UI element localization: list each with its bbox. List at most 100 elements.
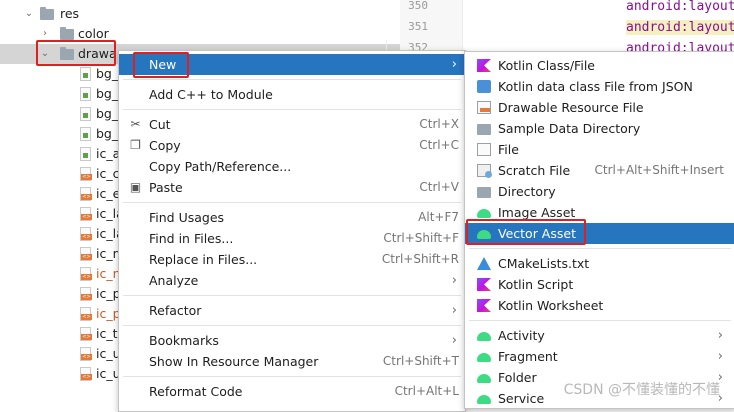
json-icon: [477, 80, 491, 93]
new-submenu: Kotlin Class/File Kotlin data class File …: [464, 51, 734, 409]
submenu-item-kotlin-data-class-file-from-json[interactable]: Kotlin data class File from JSON: [465, 76, 734, 97]
menu-separator: [123, 376, 461, 377]
menu-item-new[interactable]: New ›: [119, 54, 465, 75]
xml-file-icon: [80, 187, 92, 201]
menu-item-shortcut: Ctrl+C: [419, 138, 459, 152]
tree-row[interactable]: › color: [0, 24, 400, 44]
context-menu: New › Add C++ to Module ✂ Cut Ctrl+X ❐ Copy Ctrl…: [118, 50, 466, 412]
submenu-item-image-asset[interactable]: Image Asset: [465, 202, 734, 223]
chevron-down-icon[interactable]: ⌄: [24, 4, 34, 24]
folder-icon: [60, 47, 74, 60]
submenu-item-file[interactable]: File: [465, 139, 734, 160]
paste-icon: ▣: [129, 180, 142, 194]
menu-item-label: Find in Files...: [149, 231, 234, 246]
menu-item-label: Reformat Code: [149, 384, 243, 399]
menu-item-add-c-to-module[interactable]: Add C++ to Module: [119, 84, 465, 105]
menu-item-paste[interactable]: ▣ Paste Ctrl+V: [119, 177, 465, 198]
submenu-item-vector-asset[interactable]: Vector Asset: [465, 223, 734, 244]
menu-item-find-in-files[interactable]: Find in Files... Ctrl+Shift+F: [119, 228, 465, 249]
tree-item-label: ic_e: [96, 186, 121, 201]
xml-file-icon: [80, 147, 91, 161]
tree-row[interactable]: ⌄ res: [0, 4, 400, 24]
menu-item-replace-in-files[interactable]: Replace in Files... Ctrl+Shift+R: [119, 249, 465, 270]
submenu-item-label: Service: [498, 391, 545, 406]
tree-item-label: ic_n: [96, 266, 121, 281]
tree-item-label: bg_: [96, 86, 119, 101]
submenu-item-drawable-resource-file[interactable]: Drawable Resource File: [465, 97, 734, 118]
tree-item-label: ic_p: [96, 286, 121, 301]
menu-item-cut[interactable]: ✂ Cut Ctrl+X: [119, 114, 465, 135]
menu-item-bookmarks[interactable]: Bookmarks ›: [119, 330, 465, 351]
menu-item-label: Cut: [149, 117, 171, 132]
submenu-item-cmakelists-txt[interactable]: CMakeLists.txt: [465, 253, 734, 274]
chevron-right-icon[interactable]: ›: [40, 24, 50, 44]
submenu-item-sample-data-directory[interactable]: Sample Data Directory: [465, 118, 734, 139]
tree-item-label: bg_: [96, 126, 119, 141]
menu-item-shortcut: Alt+F7: [418, 210, 459, 224]
tree-item-label: bg_: [96, 106, 119, 121]
line-number: 351: [408, 20, 428, 33]
scratch-icon: [477, 164, 492, 178]
menu-separator: [123, 325, 461, 326]
folder-icon: [477, 187, 491, 198]
submenu-item-fragment[interactable]: Fragment ›: [465, 346, 734, 367]
submenu-item-label: Drawable Resource File: [498, 100, 644, 115]
submenu-item-label: Vector Asset: [498, 226, 576, 241]
tree-item-label: bg_: [96, 66, 119, 81]
menu-item-shortcut: Ctrl+X: [419, 117, 459, 131]
folder-icon: [60, 27, 74, 40]
xml-file-icon: [80, 247, 92, 261]
submenu-item-label: Fragment: [498, 349, 558, 364]
menu-item-label: Analyze: [149, 273, 199, 288]
menu-item-shortcut: Ctrl+Shift+T: [382, 354, 459, 368]
menu-item-find-usages[interactable]: Find Usages Alt+F7: [119, 207, 465, 228]
tree-item-label: ic_u: [96, 366, 121, 381]
xml-file-icon: [80, 207, 92, 221]
android-icon: [477, 230, 491, 239]
menu-item-copy[interactable]: ❐ Copy Ctrl+C: [119, 135, 465, 156]
menu-item-label: Copy: [149, 138, 181, 153]
tree-item-label: res: [60, 6, 80, 21]
submenu-item-kotlin-worksheet[interactable]: Kotlin Worksheet: [465, 295, 734, 316]
code-line: android:layout: [626, 0, 734, 14]
xml-file-icon: [80, 347, 92, 361]
menu-item-show-in-resource-manager[interactable]: Show In Resource Manager Ctrl+Shift+T: [119, 351, 465, 372]
tree-item-label: color: [78, 26, 109, 41]
submenu-item-shortcut: Ctrl+Alt+Shift+Insert: [594, 163, 724, 177]
submenu-item-label: Folder: [498, 370, 537, 385]
submenu-arrow-icon: ›: [717, 328, 723, 343]
menu-item-label: Refactor: [149, 303, 202, 318]
chevron-down-icon[interactable]: ⌄: [40, 44, 50, 64]
submenu-item-label: Scratch File: [498, 163, 571, 178]
android-icon: [477, 395, 491, 404]
folder-icon: [40, 7, 54, 20]
tree-item-label: drawa: [78, 46, 117, 61]
submenu-item-label: Sample Data Directory: [498, 121, 641, 136]
xml-file-icon: [80, 67, 91, 81]
submenu-item-scratch-file[interactable]: Scratch File Ctrl+Alt+Shift+Insert: [465, 160, 734, 181]
menu-item-analyze[interactable]: Analyze ›: [119, 270, 465, 291]
submenu-item-kotlin-script[interactable]: Kotlin Script: [465, 274, 734, 295]
menu-item-copy-path-reference[interactable]: Copy Path/Reference...: [119, 156, 465, 177]
line-number: 350: [408, 0, 428, 12]
doc-icon: [477, 143, 491, 156]
menu-separator: [123, 202, 461, 203]
android-icon: [477, 209, 491, 218]
menu-item-refactor[interactable]: Refactor ›: [119, 300, 465, 321]
menu-item-label: Replace in Files...: [149, 252, 258, 267]
menu-item-reformat-code[interactable]: Reformat Code Ctrl+Alt+L: [119, 381, 465, 402]
submenu-item-label: Kotlin Class/File: [498, 58, 595, 73]
folder-icon: [477, 124, 491, 135]
submenu-item-kotlin-class-file[interactable]: Kotlin Class/File: [465, 55, 734, 76]
menu-item-shortcut: Ctrl+V: [419, 180, 459, 194]
cmake-icon: [477, 257, 491, 270]
submenu-item-activity[interactable]: Activity ›: [465, 325, 734, 346]
kotlin-icon: [477, 59, 491, 72]
menu-item-label: Bookmarks: [149, 333, 219, 348]
android-icon: [477, 353, 491, 362]
menu-separator: [123, 295, 461, 296]
menu-item-label: Find Usages: [149, 210, 225, 225]
submenu-arrow-icon: ›: [451, 333, 457, 348]
submenu-item-label: Image Asset: [498, 205, 576, 220]
submenu-item-directory[interactable]: Directory: [465, 181, 734, 202]
